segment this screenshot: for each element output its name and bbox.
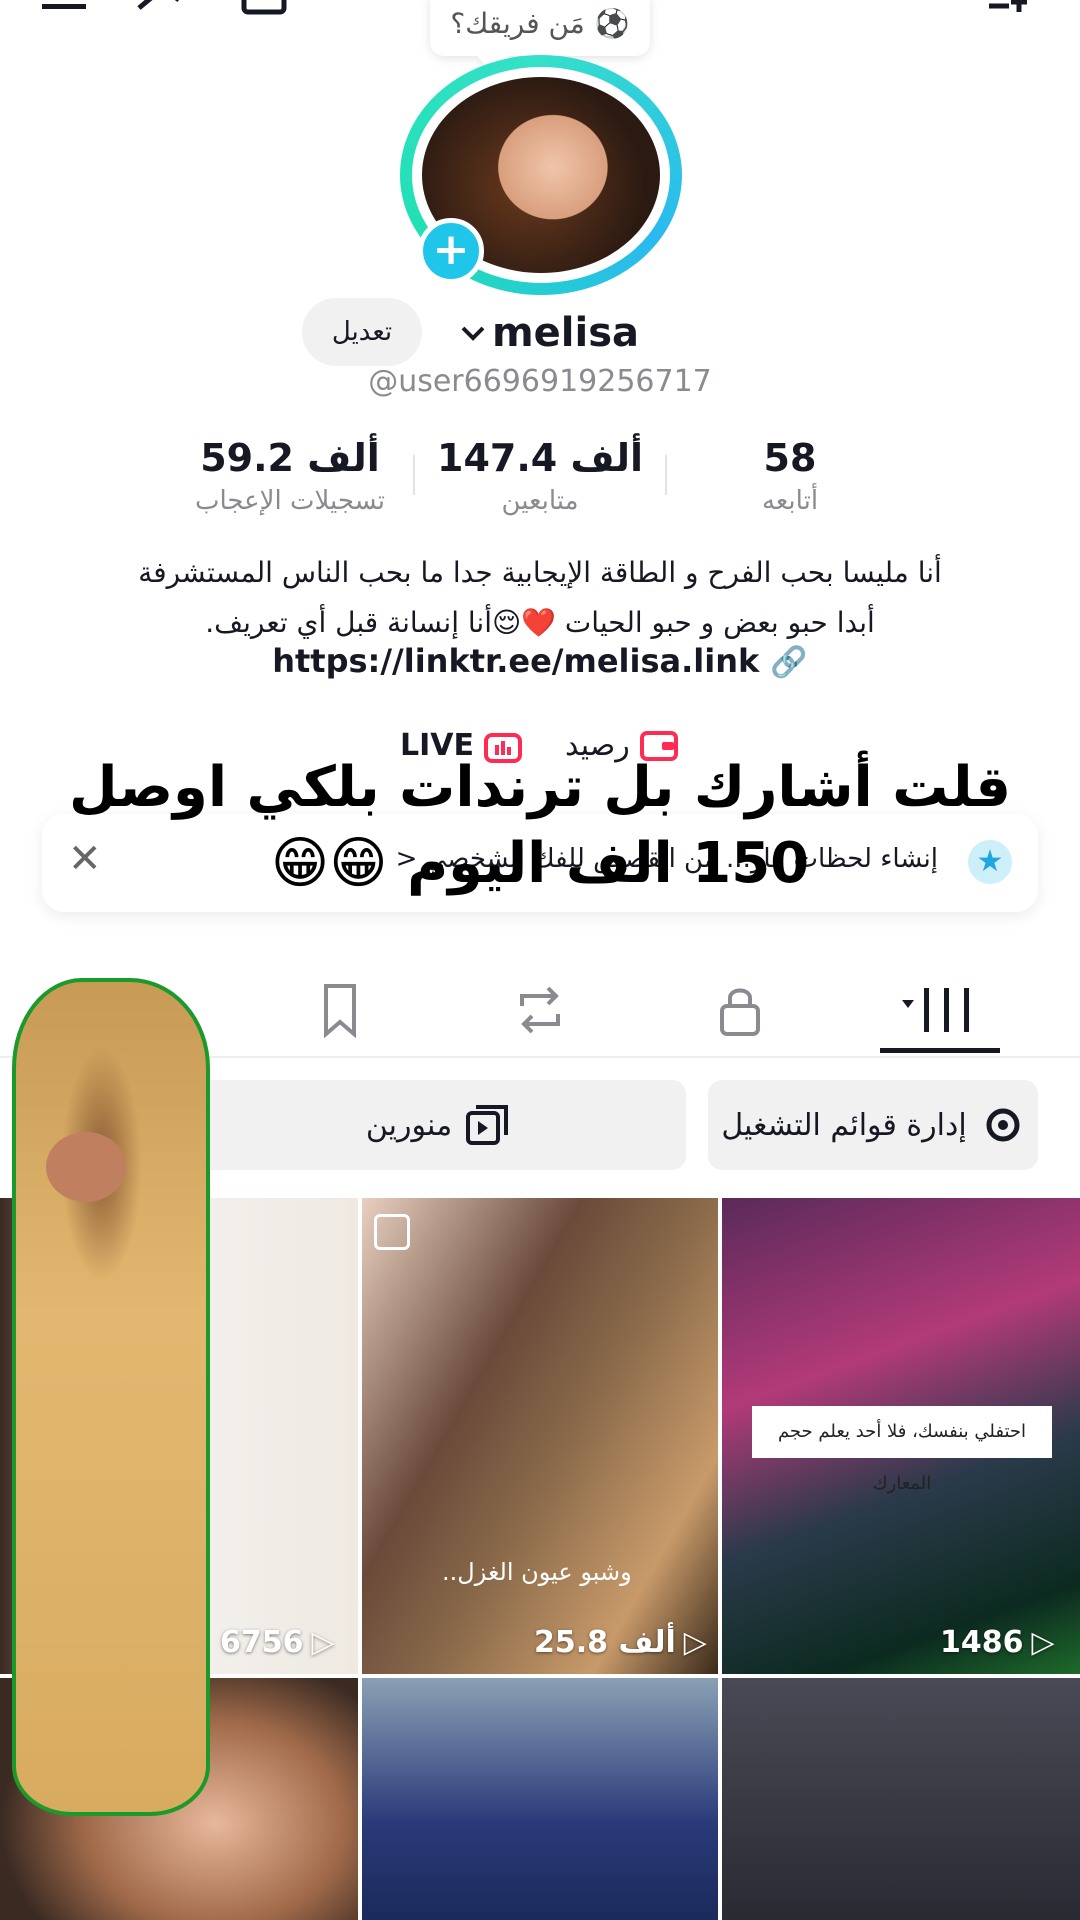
- view-count-value: 25.8 ألف: [534, 1625, 676, 1660]
- bio-link-text: https://linktr.ee/melisa.link: [272, 642, 760, 680]
- add-friend-icon[interactable]: [985, 0, 1033, 18]
- manage-playlists-button[interactable]: إدارة قوائم التشغيل: [708, 1080, 1038, 1170]
- tile-caption: وشبو عيون الغزل..: [442, 1558, 632, 1586]
- overlay-line-1: قلت أشارك بل ترندات بلكي اوصل: [68, 755, 1012, 820]
- menu-icon[interactable]: [40, 0, 88, 18]
- team-prompt-label: مَن فريقك؟: [450, 6, 585, 40]
- gear-icon: [986, 1108, 1020, 1142]
- private-tab-lock-icon[interactable]: [710, 982, 770, 1038]
- play-icon: ▷: [311, 1625, 335, 1660]
- video-tile[interactable]: احتفلي بنفسك، فلا أحد يعلم حجم المعارك 1…: [722, 1198, 1080, 1674]
- likes-stat[interactable]: 59.2 ألف تسجيلات الإعجاب: [160, 436, 420, 516]
- videos-tab-grid-icon[interactable]: [900, 982, 980, 1038]
- video-tile[interactable]: وشبو عيون الغزل.. 25.8 ألف ▷: [362, 1198, 718, 1674]
- view-count-value: 6756: [220, 1625, 304, 1660]
- bio-line-2: أبدا حبو بعض و حبو الحيات ❤️😌أنا إنسانة …: [205, 606, 875, 639]
- following-label: أتابعه: [761, 486, 819, 516]
- manage-playlists-label: إدارة قوائم التشغيل: [721, 1107, 967, 1143]
- following-stat[interactable]: 58 أتابعه: [660, 436, 920, 516]
- team-prompt-bubble[interactable]: مَن فريقك؟ ⚽: [430, 0, 650, 56]
- calendar-icon[interactable]: [240, 0, 288, 18]
- edit-profile-label: تعديل: [331, 317, 393, 347]
- username: melisa: [492, 310, 640, 356]
- view-count: 1486 ▷: [940, 1625, 1055, 1660]
- link-icon: 🔗: [770, 645, 808, 680]
- view-count: 25.8 ألف ▷: [534, 1625, 707, 1660]
- video-tile[interactable]: [362, 1678, 718, 1920]
- tile-caption-banner: احتفلي بنفسك، فلا أحد يعلم حجم المعارك: [752, 1406, 1052, 1494]
- followers-count: 147.4 ألف: [437, 436, 643, 480]
- bio-line-1: أنا مليسا بحب الفرح و الطاقة الإيجابية ج…: [138, 556, 942, 589]
- likes-count: 59.2 ألف: [200, 436, 380, 480]
- hamster-nose: [46, 1132, 126, 1202]
- view-count: 6756 ▷: [220, 1625, 335, 1660]
- chevron-down-icon: [461, 326, 485, 341]
- video-tile[interactable]: [722, 1678, 1080, 1920]
- play-icon: ▷: [1031, 1625, 1055, 1660]
- username-switcher[interactable]: melisa: [458, 306, 639, 360]
- multi-clip-icon: [374, 1214, 410, 1250]
- overlay-line-2: 150 الف اليوم 😁😁: [270, 831, 810, 896]
- edit-profile-button[interactable]: تعديل: [302, 298, 422, 366]
- followers-label: متابعين: [501, 486, 579, 516]
- add-story-plus-icon[interactable]: +: [418, 218, 484, 284]
- bio-text: أنا مليسا بحب الفرح و الطاقة الإيجابية ج…: [80, 548, 1000, 648]
- active-tab-indicator: [880, 1048, 1000, 1053]
- playlist-monawarin[interactable]: منورين: [190, 1080, 686, 1170]
- followers-stat[interactable]: 147.4 ألف متابعين: [410, 436, 670, 516]
- repost-tab-icon[interactable]: [510, 982, 570, 1038]
- overlay-caption: قلت أشارك بل ترندات بلكي اوصل 150 الف ال…: [60, 750, 1020, 902]
- bio-link[interactable]: https://linktr.ee/melisa.link 🔗: [0, 642, 1080, 680]
- user-handle: @user6696919256717: [368, 364, 712, 399]
- hamster-sticker: [12, 978, 210, 1816]
- view-count-value: 1486: [940, 1625, 1024, 1660]
- share-icon[interactable]: [135, 0, 183, 18]
- saved-tab-bookmark-icon[interactable]: [310, 982, 370, 1039]
- playlist-icon: [466, 1105, 509, 1145]
- play-icon: ▷: [683, 1625, 707, 1660]
- soccer-ball-icon: ⚽: [594, 6, 630, 40]
- following-count: 58: [763, 436, 817, 480]
- playlist-label: منورين: [365, 1107, 453, 1143]
- likes-label: تسجيلات الإعجاب: [194, 486, 386, 516]
